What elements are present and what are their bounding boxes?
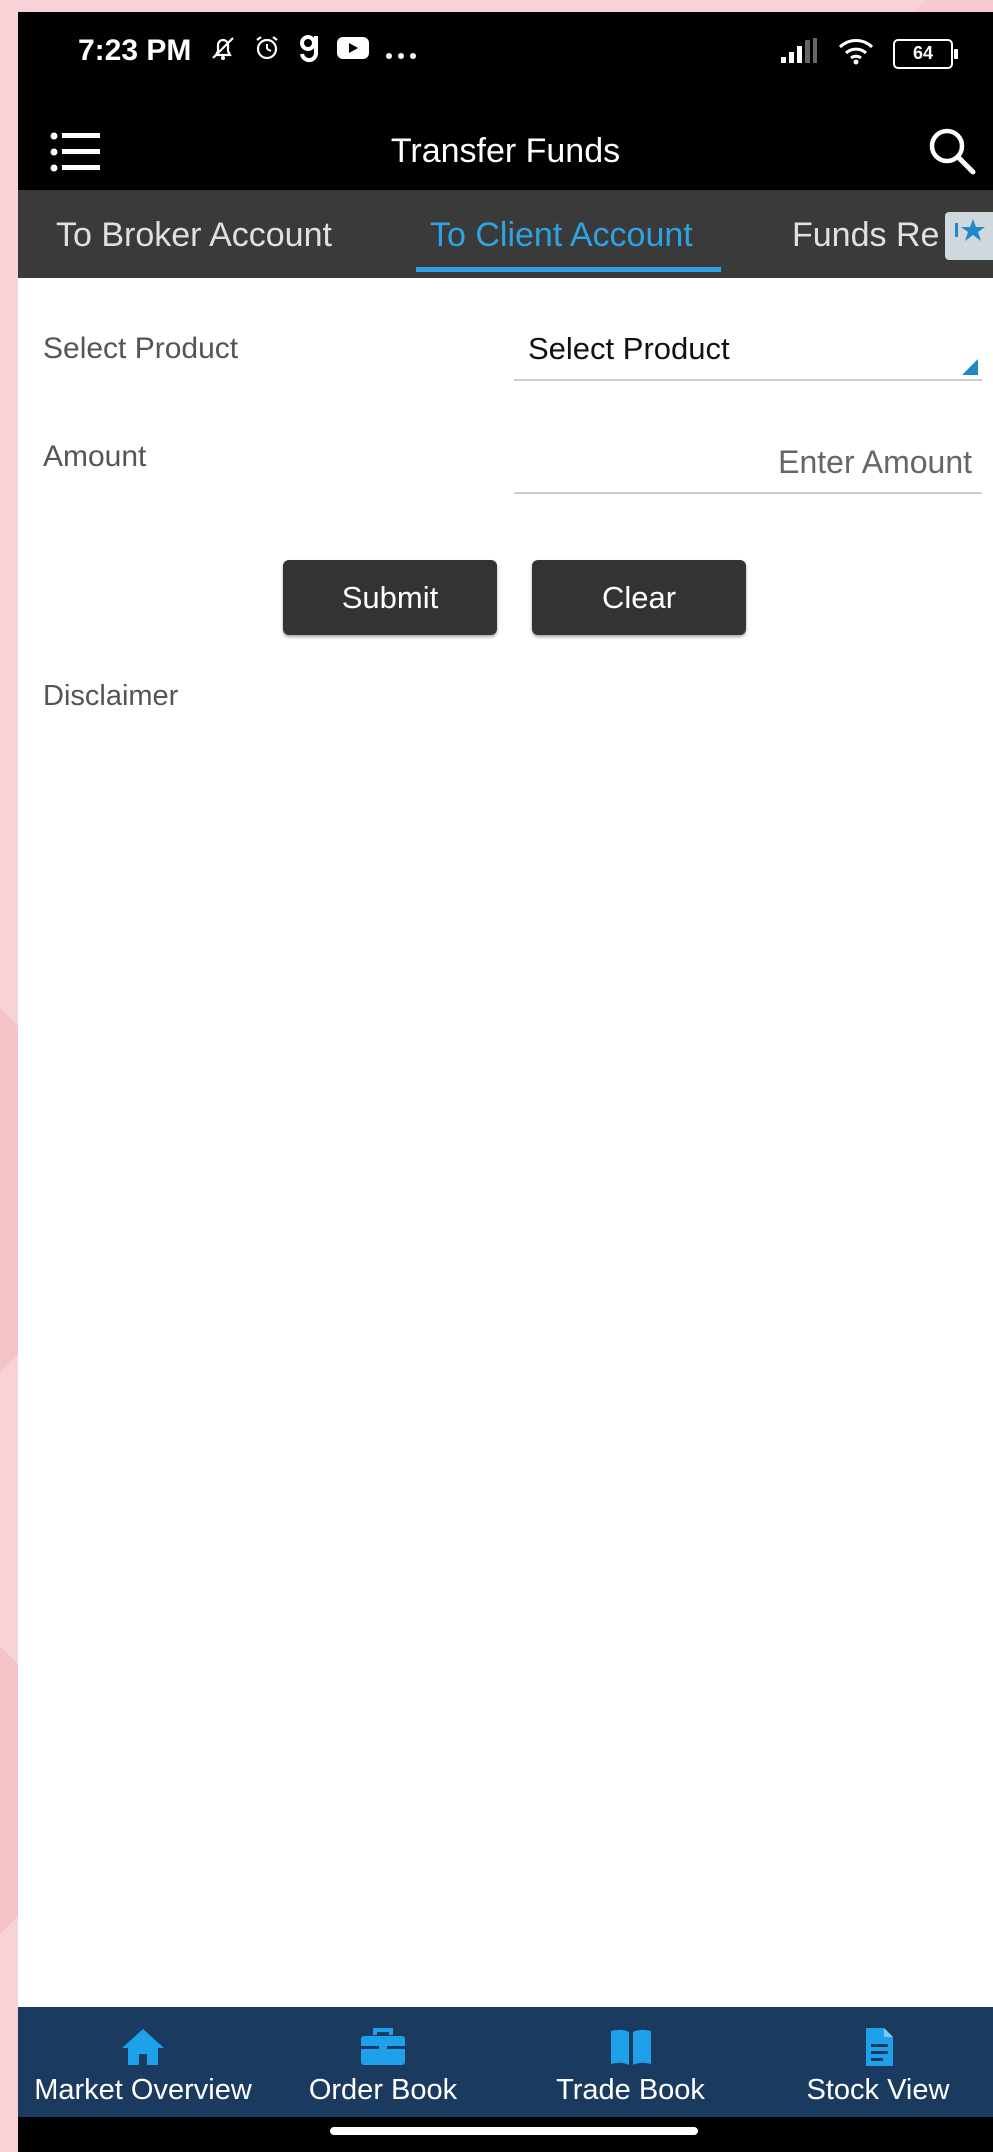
active-tab-indicator [416, 267, 721, 272]
home-icon [120, 2027, 166, 2067]
submit-button[interactable]: Submit [283, 560, 497, 635]
tab-funds-report[interactable]: Funds Re [792, 216, 939, 255]
product-select-value: Select Product [528, 331, 730, 366]
book-icon [608, 2027, 654, 2067]
nav-order-book[interactable]: Order Book [268, 2007, 498, 2117]
g-app-icon [296, 32, 322, 72]
alarm-icon [252, 33, 282, 71]
tab-to-broker-account[interactable]: To Broker Account [56, 216, 332, 255]
nav-label: Market Overview [34, 2074, 252, 2106]
nav-trade-book[interactable]: Trade Book [508, 2007, 753, 2117]
nav-label: Trade Book [556, 2074, 705, 2106]
nav-stock-view[interactable]: Stock View [763, 2007, 993, 2117]
nav-label: Order Book [308, 2074, 458, 2106]
notifications-off-icon [208, 33, 238, 71]
status-icons-right: 64 [779, 36, 958, 71]
tab-to-client-account[interactable]: To Client Account [430, 216, 693, 255]
scroll-tabs-icon[interactable] [945, 212, 993, 260]
gesture-bar [18, 2117, 993, 2152]
bottom-navigation: Market Overview Order Book Trade Book St… [18, 2007, 993, 2117]
dropdown-arrow-icon [962, 359, 978, 375]
briefcase-icon [360, 2027, 406, 2067]
youtube-icon [336, 35, 370, 69]
nav-label: Stock View [806, 2074, 950, 2106]
amount-label: Amount [43, 440, 147, 473]
more-icon [384, 35, 418, 69]
clear-button[interactable]: Clear [532, 560, 746, 635]
amount-input[interactable] [514, 432, 982, 494]
signal-icon [779, 37, 819, 70]
battery-icon: 64 [893, 38, 958, 69]
page-title: Transfer Funds [390, 132, 621, 170]
status-icons-left [208, 32, 418, 72]
product-label: Select Product [43, 332, 239, 365]
battery-level: 64 [912, 43, 934, 63]
status-bar: 7:23 PM 64 [18, 12, 993, 102]
document-icon [855, 2027, 901, 2067]
phone-screen: 7:23 PM 64 Transfer Funds To Broker Acco… [18, 12, 993, 2152]
nav-market-overview[interactable]: Market Overview [18, 2007, 268, 2117]
home-indicator[interactable] [330, 2127, 698, 2135]
product-select[interactable]: Select Product [514, 317, 982, 381]
search-icon[interactable] [923, 122, 983, 182]
tab-bar: To Broker Account To Client Account Fund… [18, 190, 993, 278]
disclaimer-text: Disclaimer [43, 680, 179, 712]
app-bar: Transfer Funds [18, 102, 993, 202]
wifi-icon [837, 36, 875, 71]
status-time: 7:23 PM [78, 34, 192, 67]
